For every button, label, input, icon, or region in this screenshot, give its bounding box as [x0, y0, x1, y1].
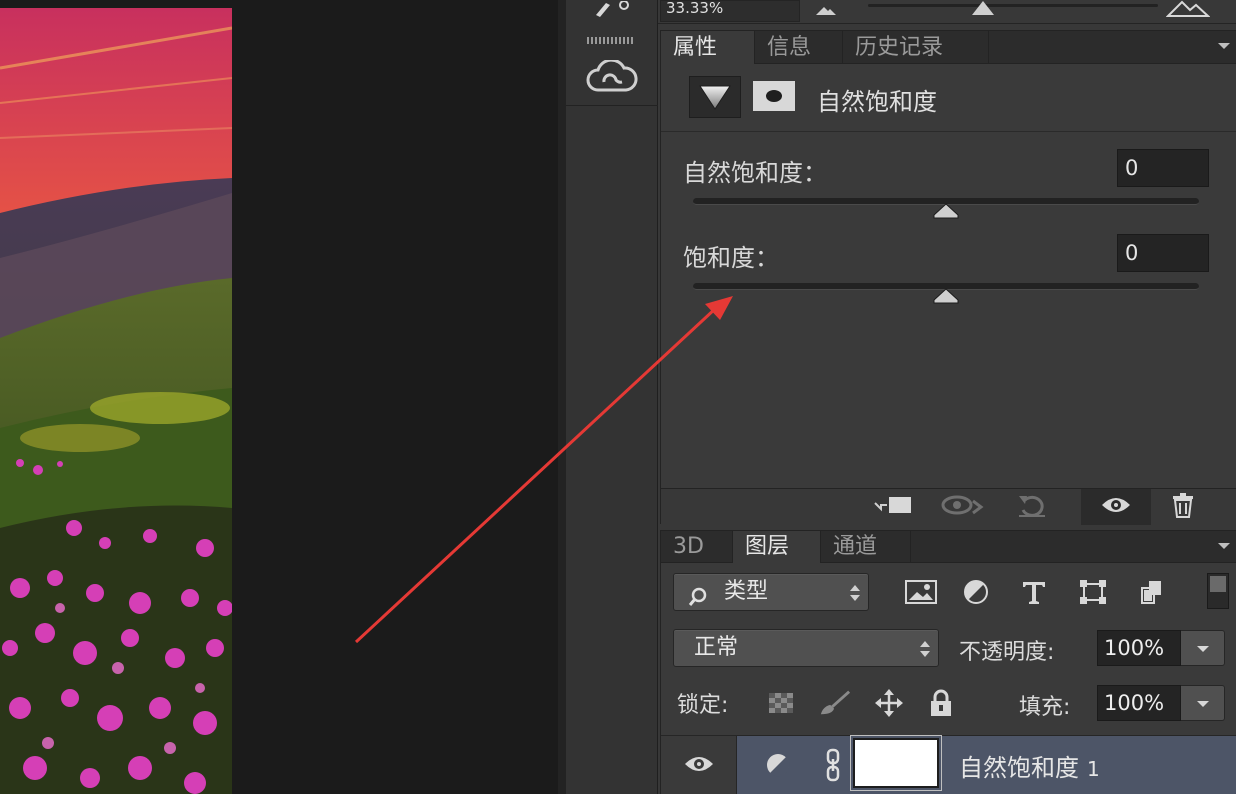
navigator-strip: 33.33% [658, 0, 1236, 24]
properties-footer [661, 488, 1236, 525]
mountain-sunset-photo[interactable] [0, 8, 232, 794]
panel-menu-icon[interactable] [1218, 543, 1230, 549]
tab-history[interactable]: 历史记录 [843, 31, 989, 64]
saturation-value-field[interactable]: 0 [1117, 234, 1209, 272]
adjustment-header: 自然饱和度 [661, 64, 1236, 132]
tab-channels[interactable]: 通道 [821, 531, 911, 563]
layers-panel: 3D 图层 通道 类型 正常 不透明度: 100% 锁定: 填充: 100% 自… [660, 530, 1236, 794]
dock-column [566, 0, 658, 794]
visibility-eye-icon [683, 754, 715, 778]
saturation-label: 饱和度： [683, 244, 779, 272]
toggle-visibility-button[interactable] [1081, 489, 1151, 525]
type-filter-icon[interactable] [1013, 573, 1055, 611]
brush-presets-button[interactable] [566, 0, 658, 22]
creative-cloud-icon [586, 58, 638, 98]
zoom-slider-thumb[interactable] [972, 1, 994, 15]
reset-icon [1015, 492, 1049, 522]
layer-mask-icon[interactable] [753, 81, 795, 111]
view-previous-state-icon [939, 493, 985, 521]
dock-divider[interactable] [558, 0, 566, 794]
adjustment-title: 自然饱和度 [817, 88, 937, 116]
vibrance-label: 自然饱和度： [683, 159, 827, 187]
layer-name-text: 自然饱和度 [959, 754, 1079, 782]
search-icon [688, 583, 708, 619]
tab-layers[interactable]: 图层 [733, 531, 821, 563]
layer-filter-dropdown[interactable]: 类型 [673, 573, 869, 611]
shape-filter-icon[interactable] [1072, 573, 1114, 611]
right-panels: 33.33% 属性 信息 历史记录 自然饱和度 自然饱和度： 0 饱和度： 0 … [658, 0, 1236, 794]
panel-menu-icon[interactable] [1218, 43, 1230, 49]
dock-grip[interactable] [587, 37, 633, 44]
zoom-out-mountain-icon[interactable] [814, 2, 838, 21]
layer-row[interactable]: 自然饱和度 1 [661, 735, 1236, 794]
vibrance-value-field[interactable]: 0 [1117, 149, 1209, 187]
tab-info[interactable]: 信息 [755, 31, 843, 64]
filter-kind-label: 类型 [724, 579, 769, 604]
dropdown-arrows-icon [850, 585, 860, 601]
visibility-eye-icon [1100, 495, 1132, 519]
smart-object-filter-icon[interactable] [1131, 573, 1173, 611]
mask-link-chain-icon[interactable] [825, 748, 841, 786]
layers-tabbar: 3D 图层 通道 [661, 531, 1236, 563]
fill-field[interactable]: 100% [1097, 685, 1181, 721]
clip-to-layer-icon [869, 493, 915, 521]
saturation-slider-thumb[interactable] [933, 288, 959, 304]
opacity-dropdown-button[interactable] [1181, 630, 1225, 666]
properties-tabbar: 属性 信息 历史记录 [661, 31, 1236, 64]
lock-position-icon[interactable] [873, 687, 905, 719]
zoom-in-mountain-icon[interactable] [1165, 0, 1211, 22]
layer-name-number: 1 [1087, 757, 1100, 781]
lock-transparent-pixels-icon[interactable] [765, 687, 797, 719]
properties-panel: 属性 信息 历史记录 自然饱和度 自然饱和度： 0 饱和度： 0 [660, 30, 1236, 525]
zoom-slider[interactable] [868, 4, 1158, 7]
lock-label: 锁定: [677, 693, 729, 718]
layer-mask-thumbnail[interactable] [850, 735, 942, 791]
opacity-field[interactable]: 100% [1097, 630, 1181, 666]
creative-cloud-button[interactable] [566, 52, 658, 106]
dropdown-arrows-icon [920, 641, 930, 657]
tab-3d[interactable]: 3D [661, 531, 733, 563]
document-canvas[interactable] [0, 0, 558, 794]
layer-visibility-toggle[interactable] [661, 736, 737, 794]
brush-tool-icon [592, 0, 632, 21]
fill-label: 填充: [1019, 695, 1071, 720]
opacity-label: 不透明度: [959, 640, 1055, 665]
clip-to-layer-button[interactable] [867, 489, 917, 525]
vibrance-slider-thumb[interactable] [933, 203, 959, 219]
adjustment-layer-icon [765, 752, 791, 782]
tab-properties[interactable]: 属性 [661, 31, 755, 64]
layer-name[interactable]: 自然饱和度 1 [959, 748, 1100, 783]
zoom-field[interactable]: 33.33% [660, 0, 800, 22]
trash-icon [1170, 492, 1196, 522]
image-filter-icon[interactable] [900, 573, 942, 611]
adjustment-filter-icon[interactable] [955, 573, 997, 611]
lock-image-pixels-icon[interactable] [819, 687, 851, 719]
delete-adjustment-button[interactable] [1155, 489, 1211, 525]
filter-toggle-switch[interactable] [1207, 573, 1229, 609]
view-previous-state-button[interactable] [937, 489, 987, 525]
lock-all-icon[interactable] [925, 687, 957, 719]
reset-button[interactable] [1007, 489, 1057, 525]
fill-dropdown-button[interactable] [1181, 685, 1225, 721]
vibrance-triangle-icon[interactable] [689, 76, 741, 118]
blend-mode-dropdown[interactable]: 正常 [673, 629, 939, 667]
selected-layer-highlight[interactable]: 自然饱和度 1 [737, 735, 1236, 794]
panel-dock-strip [558, 0, 658, 794]
blend-mode-value: 正常 [694, 635, 739, 660]
